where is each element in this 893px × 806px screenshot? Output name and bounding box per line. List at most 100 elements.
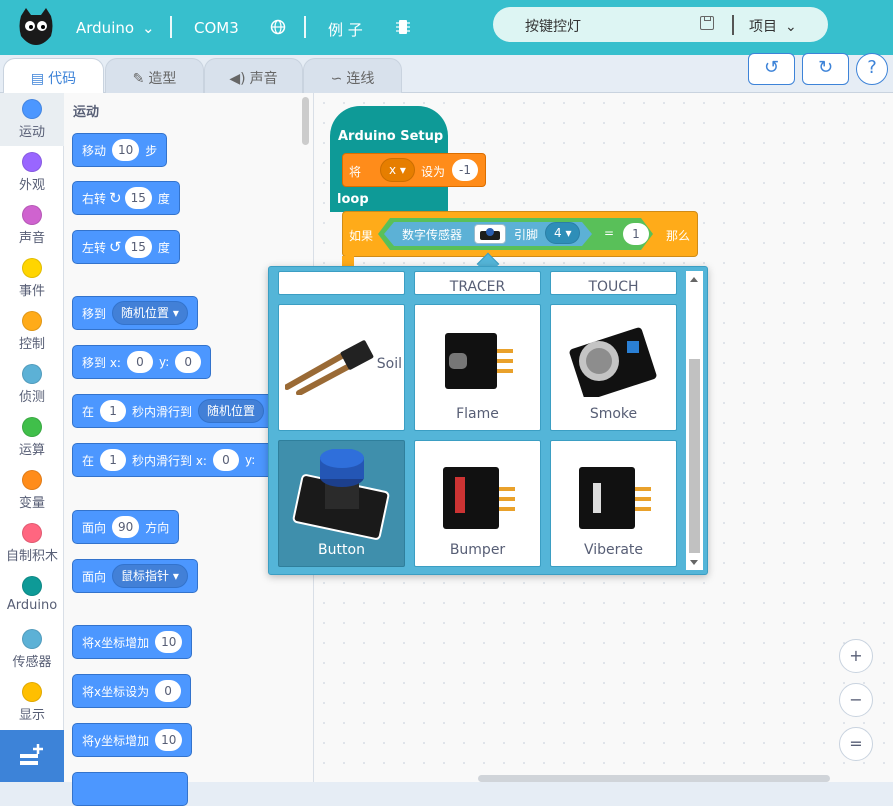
value-input[interactable]: 0 xyxy=(155,680,182,702)
chip-icon[interactable] xyxy=(396,19,410,39)
globe-icon[interactable] xyxy=(270,19,286,39)
category-6[interactable]: 侦测 xyxy=(0,358,64,411)
x-input[interactable]: 0 xyxy=(212,449,239,471)
examples-menu[interactable]: 例 子 xyxy=(328,19,363,40)
pin-dropdown[interactable]: 4 ▾ xyxy=(545,222,580,244)
block-text: 秒内滑行到 xyxy=(132,404,193,419)
add-extension-button[interactable] xyxy=(0,730,64,782)
set-x-block[interactable]: 将x坐标设为 0 xyxy=(72,674,192,708)
sensor-option-touch[interactable]: TOUCH xyxy=(550,271,677,295)
variable-dropdown[interactable]: x ▾ xyxy=(380,158,415,182)
value-input[interactable]: -1 xyxy=(452,159,478,181)
category-label: 运算 xyxy=(18,443,45,458)
glide-xy-block[interactable]: 在 1 秒内滑行到 x: 0 y: xyxy=(72,443,277,477)
value-input[interactable]: 10 xyxy=(155,631,183,653)
glide-to-block[interactable]: 在 1 秒内滑行到 随机位置 xyxy=(72,394,277,428)
if-then-block[interactable]: 如果 数字传感器 引脚 4 ▾ = 1 那么 xyxy=(342,211,698,257)
category-11[interactable]: 传感器 xyxy=(0,623,64,676)
goto-target-dropdown[interactable]: 随机位置 ▾ xyxy=(112,301,188,325)
save-icon[interactable] xyxy=(700,16,714,30)
zoom-out-button[interactable]: − xyxy=(839,683,873,717)
palette-category-title: 运动 xyxy=(73,105,100,120)
chevron-down-icon: ⌄ xyxy=(142,19,155,37)
sensor-option-button[interactable]: Button xyxy=(278,440,405,567)
palette-scrollbar[interactable] xyxy=(302,97,309,145)
help-button[interactable]: ? xyxy=(856,53,888,85)
turn-left-block[interactable]: 左转 ↺ 15 度 xyxy=(72,230,180,264)
category-12[interactable]: 显示 xyxy=(0,676,64,729)
sensor-option-bumper[interactable]: Bumper xyxy=(414,440,541,567)
compare-input[interactable]: 1 xyxy=(623,223,649,245)
port-select[interactable]: COM3 xyxy=(194,19,239,37)
category-2[interactable]: 外观 xyxy=(0,146,64,199)
sensor-label: Soil xyxy=(376,356,402,372)
cat-logo-icon[interactable] xyxy=(18,6,54,46)
workspace-horizontal-scrollbar[interactable] xyxy=(478,775,830,782)
project-menu[interactable]: 项目 ⌄ xyxy=(749,16,797,36)
seconds-input[interactable]: 1 xyxy=(100,400,127,422)
button-sensor-icon[interactable] xyxy=(474,224,506,244)
sensor-option-blank[interactable] xyxy=(278,271,405,295)
equals-operator-block[interactable]: 数字传感器 引脚 4 ▾ = 1 xyxy=(378,218,653,250)
change-y-block[interactable]: 将y坐标增加 10 xyxy=(72,723,193,757)
divider xyxy=(732,15,734,35)
y-input[interactable]: 0 xyxy=(175,351,202,373)
steps-input[interactable]: 10 xyxy=(112,139,140,161)
category-7[interactable]: 运算 xyxy=(0,411,64,464)
category-1[interactable]: 运动 xyxy=(0,93,64,146)
value-input[interactable]: 10 xyxy=(155,729,183,751)
sensor-option-soil[interactable]: Soil xyxy=(278,304,405,431)
popup-scrollbar[interactable] xyxy=(686,271,703,570)
direction-input[interactable]: 90 xyxy=(112,516,140,538)
scroll-up-icon[interactable] xyxy=(690,277,698,282)
tab-label: 造型 xyxy=(148,71,177,87)
sensor-option-smoke[interactable]: Smoke xyxy=(550,304,677,431)
category-label: 传感器 xyxy=(12,655,52,670)
undo-button[interactable]: ↺ xyxy=(748,53,795,85)
category-5[interactable]: 控制 xyxy=(0,305,64,358)
project-name-input[interactable]: 按键控灯 xyxy=(525,16,581,36)
tab-costumes[interactable]: ✎ 造型 xyxy=(105,58,204,94)
point-direction-block[interactable]: 面向 90 方向 xyxy=(72,510,180,544)
degrees-input[interactable]: 15 xyxy=(124,187,152,209)
sensor-option-flame[interactable]: Flame xyxy=(414,304,541,431)
move-steps-block[interactable]: 移动 10 步 xyxy=(72,133,168,167)
zoom-out-icon: − xyxy=(849,690,863,709)
partial-block[interactable] xyxy=(72,772,188,806)
towards-target-dropdown[interactable]: 鼠标指针 ▾ xyxy=(112,564,188,588)
point-towards-block[interactable]: 面向 鼠标指针 ▾ xyxy=(72,559,198,593)
scrollbar-thumb[interactable] xyxy=(689,359,700,553)
block-text: 将 xyxy=(349,165,362,179)
seconds-input[interactable]: 1 xyxy=(100,449,127,471)
change-x-block[interactable]: 将x坐标增加 10 xyxy=(72,625,193,659)
x-input[interactable]: 0 xyxy=(126,351,153,373)
glide-target-dropdown[interactable]: 随机位置 xyxy=(198,399,265,423)
category-9[interactable]: 自制积木 xyxy=(0,517,64,570)
redo-button[interactable]: ↻ xyxy=(802,53,849,85)
board-label: Arduino xyxy=(76,19,135,37)
board-select[interactable]: Arduino ⌄ xyxy=(76,19,155,37)
category-3[interactable]: 声音 xyxy=(0,199,64,252)
chevron-down-icon: ⌄ xyxy=(785,19,797,35)
category-8[interactable]: 变量 xyxy=(0,464,64,517)
tab-code[interactable]: ▤ 代码 xyxy=(3,58,104,95)
scroll-down-icon[interactable] xyxy=(690,560,698,565)
turn-right-block[interactable]: 右转 ↻ 15 度 xyxy=(72,181,180,215)
set-variable-block[interactable]: 将 x ▾ 设为 -1 xyxy=(342,153,486,187)
tab-sounds[interactable]: ◀) 声音 xyxy=(204,58,303,94)
zoom-reset-icon: = xyxy=(849,734,863,753)
category-4[interactable]: 事件 xyxy=(0,252,64,305)
sensor-option-viberate[interactable]: Viberate xyxy=(550,440,677,567)
category-10[interactable]: Arduino xyxy=(0,570,64,623)
digital-sensor-block[interactable]: 数字传感器 引脚 4 ▾ xyxy=(384,222,592,246)
goto-xy-block[interactable]: 移到 x: 0 y: 0 xyxy=(72,345,212,379)
zoom-reset-button[interactable]: = xyxy=(839,727,873,761)
category-label: 事件 xyxy=(18,284,45,299)
sensor-option-tracer[interactable]: TRACER xyxy=(414,271,541,295)
tab-wiring[interactable]: ∽ 连线 xyxy=(303,58,402,94)
block-text: 设为 xyxy=(421,165,446,179)
zoom-in-button[interactable]: + xyxy=(839,639,873,673)
goto-block[interactable]: 移到 随机位置 ▾ xyxy=(72,296,198,330)
degrees-input[interactable]: 15 xyxy=(124,236,152,258)
block-text: 移动 xyxy=(82,143,107,158)
